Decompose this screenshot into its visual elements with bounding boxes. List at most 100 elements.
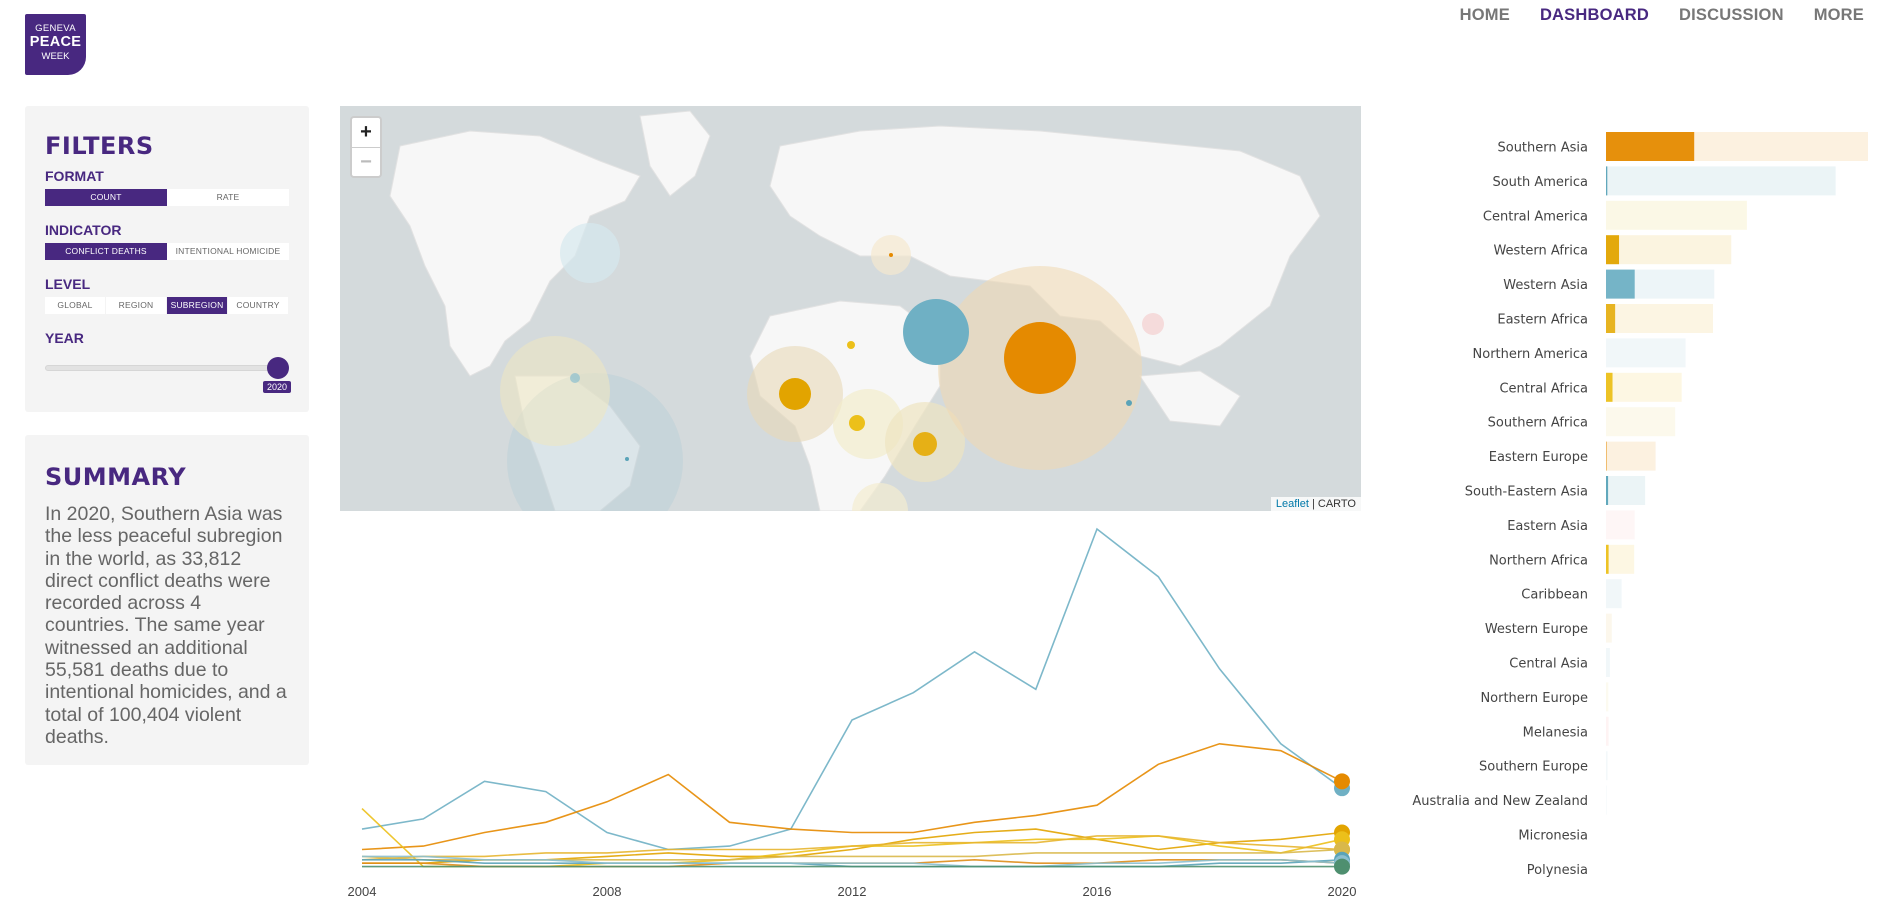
bar-total-1[interactable] bbox=[1606, 166, 1836, 196]
summary-text: In 2020, Southern Asia was the less peac… bbox=[45, 503, 287, 748]
year-slider-handle[interactable] bbox=[267, 357, 289, 379]
bar-label-8: Southern Africa bbox=[1488, 416, 1588, 431]
format-rate-option[interactable]: RATE bbox=[167, 189, 289, 206]
map-canvas bbox=[389, 110, 1321, 511]
bar-label-9: Eastern Europe bbox=[1489, 450, 1588, 465]
bar-label-17: Melanesia bbox=[1523, 725, 1588, 740]
logo-line-1: GENEVA bbox=[35, 23, 76, 34]
filters-panel: FILTERS FORMAT COUNT RATE INDICATOR CONF… bbox=[25, 106, 309, 412]
bar-conflict-4[interactable] bbox=[1606, 269, 1635, 299]
series-line-0[interactable] bbox=[361, 527, 1343, 851]
nav-dashboard[interactable]: DASHBOARD bbox=[1540, 6, 1649, 25]
level-subregion-option[interactable]: SUBREGION bbox=[167, 297, 228, 314]
bar-total-10[interactable] bbox=[1606, 476, 1646, 505]
indicator-conflict-deaths-option[interactable]: CONFLICT DEATHS bbox=[45, 243, 167, 260]
year-slider-track[interactable] bbox=[45, 365, 281, 371]
bar-conflict-7[interactable] bbox=[1606, 372, 1613, 402]
level-country-option[interactable]: COUNTRY bbox=[228, 297, 289, 314]
level-global-option[interactable]: GLOBAL bbox=[45, 297, 106, 314]
bar-label-13: Caribbean bbox=[1521, 588, 1588, 603]
time-series-svg: 2004 2008 2012 2016 2020 bbox=[348, 527, 1357, 899]
bar-total-19[interactable] bbox=[1606, 785, 1607, 815]
bar-total-6[interactable] bbox=[1606, 338, 1686, 368]
bar-total-9[interactable] bbox=[1606, 441, 1656, 471]
map-attribution: Leaflet | CARTO bbox=[1270, 497, 1361, 511]
level-toggle: GLOBAL REGION SUBREGION COUNTRY bbox=[45, 297, 289, 314]
zoom-out-button[interactable]: − bbox=[352, 147, 380, 176]
bar-label-19: Australia and New Zealand bbox=[1412, 794, 1588, 809]
carto-credit: CARTO bbox=[1317, 498, 1356, 510]
bar-label-6: Northern America bbox=[1473, 347, 1588, 362]
bubble-southern-asia-conflict bbox=[1004, 322, 1076, 394]
bar-label-11: Eastern Asia bbox=[1507, 519, 1588, 534]
level-label: LEVEL bbox=[45, 276, 91, 292]
world-map[interactable]: + − Leaflet | CARTO bbox=[340, 106, 1361, 511]
time-series-chart: 2004 2008 2012 2016 2020 bbox=[340, 515, 1370, 905]
bar-total-8[interactable] bbox=[1606, 407, 1676, 437]
bar-label-7: Central Africa bbox=[1499, 381, 1588, 396]
bar-label-21: Polynesia bbox=[1527, 863, 1588, 878]
bubble-western-africa-conflict bbox=[779, 378, 811, 410]
bubble-northern-america-total bbox=[560, 223, 620, 283]
indicator-label: INDICATOR bbox=[45, 222, 122, 238]
leaflet-link[interactable]: Leaflet bbox=[1276, 498, 1309, 510]
land-greenland bbox=[639, 110, 711, 197]
x-tick-label-3: 2016 bbox=[1083, 884, 1112, 899]
nav-discussion[interactable]: DISCUSSION bbox=[1679, 6, 1784, 25]
bubble-eastern-europe-conflict bbox=[889, 253, 893, 257]
bar-label-20: Micronesia bbox=[1518, 829, 1588, 844]
bar-total-11[interactable] bbox=[1606, 510, 1635, 540]
bar-total-2[interactable] bbox=[1606, 200, 1747, 230]
bar-conflict-3[interactable] bbox=[1606, 235, 1620, 265]
x-tick-label-2: 2012 bbox=[838, 884, 867, 899]
x-tick-label-0: 2004 bbox=[348, 884, 377, 899]
bar-conflict-0[interactable] bbox=[1606, 132, 1695, 161]
bar-total-3[interactable] bbox=[1606, 235, 1732, 265]
dashboard-page: GENEVA PEACE WEEK HOME DASHBOARD DISCUSS… bbox=[0, 0, 1886, 918]
format-count-option[interactable]: COUNT bbox=[45, 189, 167, 206]
logo-line-3: WEEK bbox=[41, 51, 70, 62]
format-toggle: COUNT RATE bbox=[45, 189, 289, 206]
series-line-3[interactable] bbox=[361, 808, 1343, 868]
bar-label-18: Southern Europe bbox=[1479, 760, 1588, 775]
bar-label-4: Western Asia bbox=[1503, 278, 1588, 293]
bubble-central-america-total bbox=[500, 336, 610, 446]
bar-total-18[interactable] bbox=[1606, 751, 1608, 781]
level-region-option[interactable]: REGION bbox=[106, 297, 167, 314]
series-endpoint-1[interactable] bbox=[1334, 773, 1350, 790]
series-endpoint-9[interactable] bbox=[1334, 858, 1350, 875]
bar-conflict-10[interactable] bbox=[1606, 476, 1609, 505]
bar-total-13[interactable] bbox=[1606, 579, 1622, 609]
zoom-in-button[interactable]: + bbox=[352, 118, 380, 147]
x-tick-label-4: 2020 bbox=[1328, 884, 1357, 899]
series-line-1[interactable] bbox=[361, 742, 1343, 851]
bar-conflict-1[interactable] bbox=[1606, 166, 1608, 196]
map-zoom-control: + − bbox=[350, 116, 382, 178]
bubble-central-africa-conflict bbox=[849, 415, 865, 431]
bar-total-16[interactable] bbox=[1606, 682, 1609, 712]
bar-total-5[interactable] bbox=[1606, 304, 1713, 333]
bubble-western-asia-conflict bbox=[903, 299, 969, 365]
bar-total-12[interactable] bbox=[1606, 544, 1635, 574]
year-label: YEAR bbox=[45, 330, 84, 346]
bar-label-15: Central Asia bbox=[1509, 657, 1588, 672]
bubble-eastern-asia-total bbox=[1142, 313, 1164, 335]
indicator-intentional-homicide-option[interactable]: INTENTIONAL HOMICIDE bbox=[167, 243, 289, 260]
summary-title: SUMMARY bbox=[45, 463, 187, 491]
bar-total-15[interactable] bbox=[1606, 648, 1610, 677]
geneva-peace-week-logo[interactable]: GENEVA PEACE WEEK bbox=[25, 14, 86, 75]
bar-label-2: Central America bbox=[1483, 209, 1588, 224]
year-slider-value: 2020 bbox=[262, 381, 291, 393]
bar-conflict-5[interactable] bbox=[1606, 304, 1616, 333]
bar-total-14[interactable] bbox=[1606, 613, 1612, 643]
indicator-toggle: CONFLICT DEATHS INTENTIONAL HOMICIDE bbox=[45, 243, 289, 260]
year-slider[interactable]: 2020 bbox=[45, 351, 291, 393]
bar-conflict-12[interactable] bbox=[1606, 544, 1609, 574]
bar-label-14: Western Europe bbox=[1485, 622, 1588, 637]
bar-conflict-9[interactable] bbox=[1606, 441, 1607, 471]
bar-total-7[interactable] bbox=[1606, 372, 1682, 402]
attribution-separator: | bbox=[1308, 498, 1318, 510]
nav-home[interactable]: HOME bbox=[1460, 6, 1510, 25]
nav-more[interactable]: MORE bbox=[1814, 6, 1864, 25]
bar-total-17[interactable] bbox=[1606, 716, 1609, 746]
